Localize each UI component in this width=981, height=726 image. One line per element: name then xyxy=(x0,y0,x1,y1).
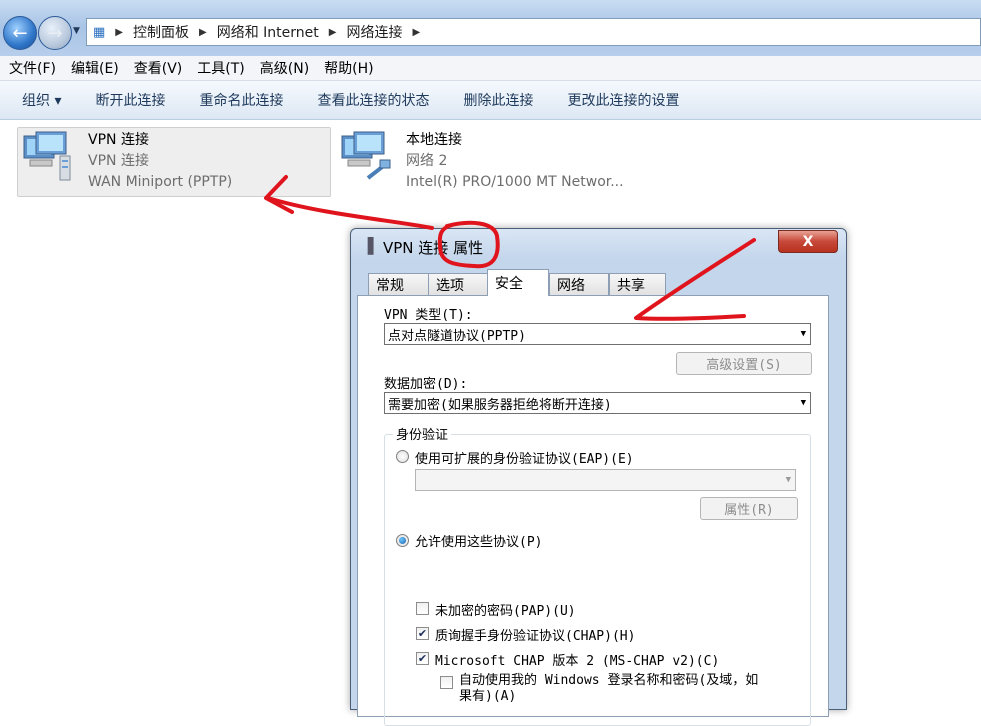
dropdown-arrow-icon: ▼ xyxy=(785,475,791,485)
authentication-group-label: 身份验证 xyxy=(393,424,452,443)
encryption-value: 需要加密(如果服务器拒绝将断开连接) xyxy=(388,397,612,413)
menu-tools[interactable]: 工具(T) xyxy=(197,58,244,78)
tab-sharing[interactable]: 共享 xyxy=(609,273,666,295)
forward-arrow-icon[interactable]: → xyxy=(38,16,72,50)
delete-button[interactable]: 删除此连接 xyxy=(463,90,533,110)
close-button[interactable]: X xyxy=(778,230,838,253)
pap-checkbox[interactable] xyxy=(416,602,429,615)
vpn-type-select[interactable]: 点对点隧道协议(PPTP) ▼ xyxy=(384,323,811,345)
chap-checkbox[interactable]: ✔ xyxy=(416,627,429,640)
menu-advanced[interactable]: 高级(N) xyxy=(260,58,309,78)
allow-protocols-label[interactable]: 允许使用这些协议(P) xyxy=(415,531,542,550)
eap-radio[interactable] xyxy=(396,450,409,463)
auto-windows-login-label[interactable]: 自动使用我的 Windows 登录名称和密码(及域，如 果有)(A) xyxy=(459,673,758,705)
eap-radio-label[interactable]: 使用可扩展的身份验证协议(EAP)(E) xyxy=(415,448,634,467)
advanced-settings-button[interactable]: 高级设置(S) xyxy=(676,352,812,375)
vpn-properties-dialog: ▐ VPN 连接 属性 X 常规 选项 安全 网络 共享 VPN 类型(T): … xyxy=(350,228,847,726)
chevron-right-icon[interactable]: ▶ xyxy=(199,27,207,38)
menu-help[interactable]: 帮助(H) xyxy=(324,58,373,78)
tab-options[interactable]: 选项 xyxy=(428,273,488,295)
connection-name: VPN 连接 xyxy=(88,132,149,148)
encryption-select[interactable]: 需要加密(如果服务器拒绝将断开连接) ▼ xyxy=(384,392,811,414)
connection-name: 本地连接 xyxy=(406,132,462,148)
connection-device: WAN Miniport (PPTP) xyxy=(88,174,233,190)
menu-file[interactable]: 文件(F) xyxy=(9,58,56,78)
tab-general[interactable]: 常规 xyxy=(368,273,429,295)
change-settings-button[interactable]: 更改此连接的设置 xyxy=(567,90,679,110)
breadcrumb-network-internet[interactable]: 网络和 Internet xyxy=(217,22,319,42)
annotation-arrow-to-vpn-icon xyxy=(266,196,434,230)
dropdown-arrow-icon: ▼ xyxy=(800,398,806,408)
dropdown-arrow-icon: ▼ xyxy=(800,329,806,339)
view-status-button[interactable]: 查看此连接的状态 xyxy=(317,90,429,110)
tab-networking[interactable]: 网络 xyxy=(549,273,609,295)
vpn-type-value: 点对点隧道协议(PPTP) xyxy=(388,328,526,344)
allow-protocols-radio[interactable] xyxy=(396,534,409,547)
address-bar[interactable]: ▦ ▶ 控制面板 ▶ 网络和 Internet ▶ 网络连接 ▶ xyxy=(86,18,981,46)
dialog-title: VPN 连接 属性 xyxy=(383,239,484,257)
chevron-right-icon[interactable]: ▶ xyxy=(329,27,337,38)
connection-device: Intel(R) PRO/1000 MT Networ... xyxy=(406,174,624,190)
breadcrumb-network-connections[interactable]: 网络连接 xyxy=(346,22,402,42)
chap-checkbox-label[interactable]: 质询握手身份验证协议(CHAP)(H) xyxy=(435,625,635,644)
tab-security[interactable]: 安全 xyxy=(487,269,549,296)
mschap-checkbox[interactable]: ✔ xyxy=(416,652,429,665)
auto-windows-login-checkbox[interactable] xyxy=(440,676,453,689)
menu-edit[interactable]: 编辑(E) xyxy=(71,58,119,78)
control-panel-icon: ▦ xyxy=(93,24,106,40)
connection-icon: ▐ xyxy=(362,237,374,255)
chevron-right-icon[interactable]: ▶ xyxy=(412,27,420,38)
rename-button[interactable]: 重命名此连接 xyxy=(199,90,283,110)
menu-view[interactable]: 查看(V) xyxy=(134,58,183,78)
command-bar: 组织 ▾ 断开此连接 重命名此连接 查看此连接的状态 删除此连接 更改此连接的设… xyxy=(0,81,981,120)
local-connection-text[interactable]: 本地连接 网络 2 Intel(R) PRO/1000 MT Networ... xyxy=(406,130,624,193)
pap-checkbox-label[interactable]: 未加密的密码(PAP)(U) xyxy=(435,600,576,619)
history-dropdown-icon[interactable]: ▼ xyxy=(73,26,80,36)
auto-windows-login-line-1: 自动使用我的 Windows 登录名称和密码(及域，如 xyxy=(459,673,759,688)
vpn-type-label: VPN 类型(T): xyxy=(384,308,473,323)
encryption-label: 数据加密(D): xyxy=(384,377,468,392)
back-arrow-icon[interactable]: ← xyxy=(3,16,37,50)
menu-bar: 文件(F) 编辑(E) 查看(V) 工具(T) 高级(N) 帮助(H) xyxy=(0,56,981,81)
connection-status: VPN 连接 xyxy=(88,153,149,169)
auto-windows-login-line-2: 果有)(A) xyxy=(459,689,517,704)
vpn-connection-icon xyxy=(23,131,71,181)
vpn-connection-text: VPN 连接 VPN 连接 WAN Miniport (PPTP) xyxy=(88,130,232,193)
connection-status: 网络 2 xyxy=(406,153,448,169)
disconnect-button[interactable]: 断开此连接 xyxy=(95,90,165,110)
local-connection-icon[interactable] xyxy=(340,130,392,182)
close-icon: X xyxy=(802,233,814,250)
organize-button[interactable]: 组织 ▾ xyxy=(22,90,61,110)
chevron-right-icon[interactable]: ▶ xyxy=(115,27,123,38)
eap-method-select[interactable]: ▼ xyxy=(415,469,796,491)
mschap-checkbox-label[interactable]: Microsoft CHAP 版本 2 (MS-CHAP v2)(C) xyxy=(435,650,719,669)
eap-properties-button[interactable]: 属性(R) xyxy=(700,497,798,520)
breadcrumb-control-panel[interactable]: 控制面板 xyxy=(133,22,189,42)
